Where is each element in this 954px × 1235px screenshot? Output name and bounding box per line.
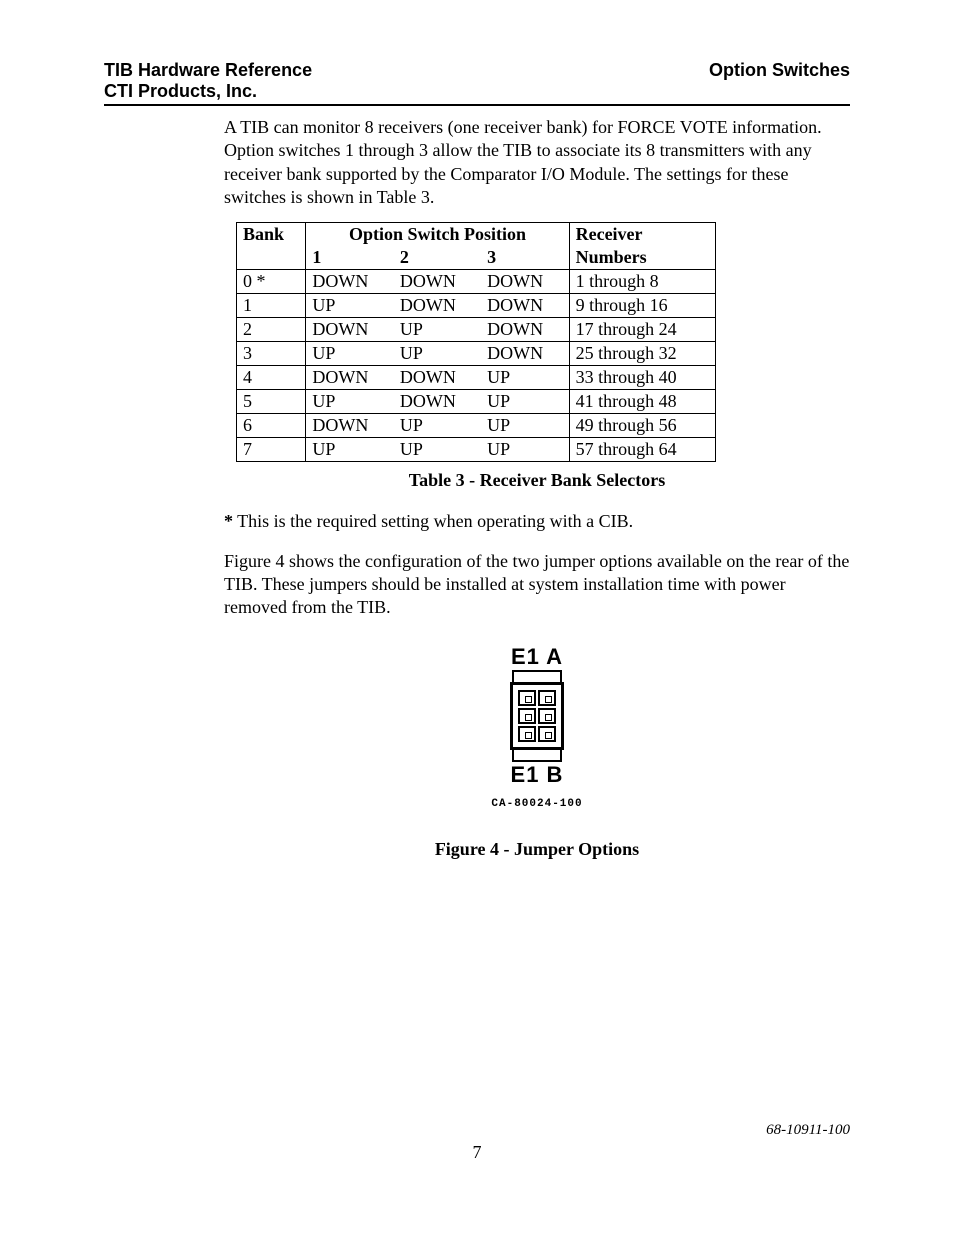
header-left-1: TIB Hardware Reference: [104, 60, 312, 81]
paragraph-1: A TIB can monitor 8 receivers (one recei…: [224, 116, 850, 210]
jumper-pin-icon: [518, 690, 536, 706]
jumper-label-bottom: E1 B: [491, 762, 582, 788]
footnote-star: *: [224, 511, 233, 531]
jumper-pin-icon: [538, 726, 556, 742]
subcol-numbers: Numbers: [569, 246, 715, 270]
table-row: 0 * DOWN DOWN DOWN 1 through 8: [237, 269, 716, 293]
body-block: A TIB can monitor 8 receivers (one recei…: [224, 116, 850, 860]
table-row: 3 UP UP DOWN 25 through 32: [237, 341, 716, 365]
col-switch: Option Switch Position: [306, 222, 569, 246]
paragraph-2: Figure 4 shows the configuration of the …: [224, 550, 850, 620]
bank-table: Bank Option Switch Position Receiver 1 2…: [236, 222, 716, 462]
header-right-1: Option Switches: [709, 60, 850, 81]
page: TIB Hardware Reference Option Switches C…: [0, 0, 954, 1235]
subcol-2: 2: [394, 246, 481, 270]
table-caption: Table 3 - Receiver Bank Selectors: [224, 470, 850, 491]
jumper-pin-icon: [538, 690, 556, 706]
table-row: 6 DOWN UP UP 49 through 56: [237, 413, 716, 437]
jumper-pin-icon: [518, 726, 536, 742]
jumper-label-top: E1 A: [491, 644, 582, 670]
footnote-text: This is the required setting when operat…: [233, 511, 633, 531]
header-left-2: CTI Products, Inc.: [104, 81, 850, 102]
header-rule: [104, 104, 850, 106]
jumper-pin-icon: [518, 708, 536, 724]
footnote: * This is the required setting when oper…: [224, 511, 850, 532]
table-row: 2 DOWN UP DOWN 17 through 24: [237, 317, 716, 341]
col-bank: Bank: [237, 222, 306, 246]
jumper-pin-icon: [538, 708, 556, 724]
header-row: TIB Hardware Reference Option Switches: [104, 60, 850, 81]
jumper-diagram: [502, 670, 572, 762]
table-row: 5 UP DOWN UP 41 through 48: [237, 389, 716, 413]
col-receiver: Receiver: [569, 222, 715, 246]
subcol-3: 3: [481, 246, 569, 270]
doc-number: 68-10911-100: [766, 1122, 850, 1139]
table-row: 1 UP DOWN DOWN 9 through 16: [237, 293, 716, 317]
table-row: 4 DOWN DOWN UP 33 through 40: [237, 365, 716, 389]
figure-partno: CA-80024-100: [491, 798, 582, 810]
figure-caption: Figure 4 - Jumper Options: [224, 839, 850, 860]
table-row: 7 UP UP UP 57 through 64: [237, 437, 716, 461]
subcol-1: 1: [306, 246, 394, 270]
figure-4: E1 A E1 B CA-80024-100 Figure 4 - Jumper…: [224, 644, 850, 860]
page-number: 7: [0, 1142, 954, 1163]
